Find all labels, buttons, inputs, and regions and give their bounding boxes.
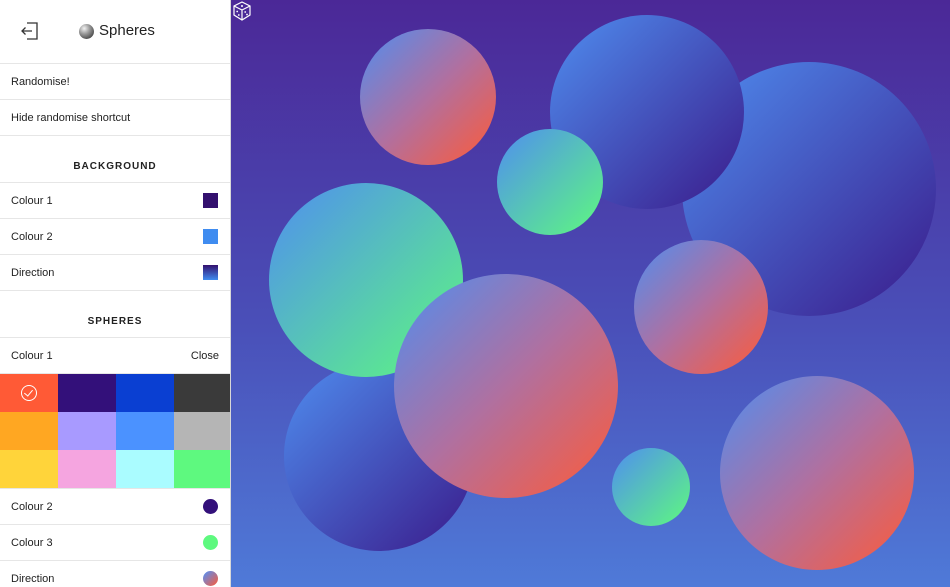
palette-swatch[interactable]	[0, 374, 58, 412]
background-colour1-label: Colour 1	[11, 195, 53, 207]
background-heading: BACKGROUND	[73, 161, 157, 172]
palette-swatch[interactable]	[174, 374, 230, 412]
palette-swatch[interactable]	[116, 374, 174, 412]
palette-swatch[interactable]	[0, 412, 58, 450]
spheres-colour2-swatch[interactable]	[203, 499, 218, 514]
spheres-colour2-label: Colour 2	[11, 501, 53, 513]
palette-swatch[interactable]	[174, 450, 230, 488]
spheres-colour3-swatch[interactable]	[203, 535, 218, 550]
spheres-colour3-label: Colour 3	[11, 537, 53, 549]
spheres-artwork	[269, 15, 936, 570]
spheres-heading: SPHERES	[87, 316, 143, 327]
spheres-direction-row[interactable]: Direction	[0, 561, 230, 587]
spheres-section-header: SPHERES	[0, 291, 230, 338]
palette-swatch[interactable]	[58, 374, 116, 412]
palette-swatch[interactable]	[58, 412, 116, 450]
background-section-header: BACKGROUND	[0, 136, 230, 183]
hide-shortcut-button[interactable]: Hide randomise shortcut	[0, 100, 230, 136]
randomise-button[interactable]: Randomise!	[0, 64, 230, 100]
spheres-colour1-label: Colour 1	[11, 350, 53, 362]
sphere	[497, 129, 603, 235]
close-button[interactable]: Close	[191, 350, 219, 362]
spheres-direction-swatch[interactable]	[203, 571, 218, 586]
palette-swatch[interactable]	[58, 450, 116, 488]
hide-shortcut-label: Hide randomise shortcut	[11, 112, 131, 124]
spheres-colour3-row[interactable]: Colour 3	[0, 525, 230, 561]
settings-sidebar: Spheres Randomise! Hide randomise shortc…	[0, 0, 231, 587]
spheres-colour2-row[interactable]: Colour 2	[0, 489, 230, 525]
palette-swatch[interactable]	[116, 412, 174, 450]
sidebar-header: Spheres	[0, 0, 230, 64]
background-colour1-row[interactable]: Colour 1	[0, 183, 230, 219]
palette-swatch[interactable]	[116, 450, 174, 488]
background-colour2-swatch[interactable]	[203, 229, 218, 244]
background-direction-row[interactable]: Direction	[0, 255, 230, 291]
spheres-direction-label: Direction	[11, 573, 55, 585]
sphere	[360, 29, 496, 165]
background-colour2-row[interactable]: Colour 2	[0, 219, 230, 255]
spheres-canvas[interactable]	[231, 0, 950, 587]
palette-swatch[interactable]	[174, 412, 230, 450]
dice-icon[interactable]	[231, 0, 253, 22]
exit-icon[interactable]	[19, 20, 41, 42]
app-title: Spheres	[99, 22, 155, 39]
checkmark-icon	[21, 385, 37, 401]
randomise-label: Randomise!	[11, 76, 70, 88]
sphere-icon	[79, 24, 94, 39]
background-colour1-swatch[interactable]	[203, 193, 218, 208]
background-direction-swatch[interactable]	[203, 265, 218, 280]
sphere	[634, 240, 768, 374]
palette-swatch[interactable]	[0, 450, 58, 488]
sphere	[720, 376, 914, 570]
sphere	[394, 274, 618, 498]
colour-palette	[0, 374, 230, 489]
sphere	[612, 448, 690, 526]
spheres-colour1-row[interactable]: Colour 1 Close	[0, 338, 230, 374]
background-colour2-label: Colour 2	[11, 231, 53, 243]
background-direction-label: Direction	[11, 267, 55, 279]
